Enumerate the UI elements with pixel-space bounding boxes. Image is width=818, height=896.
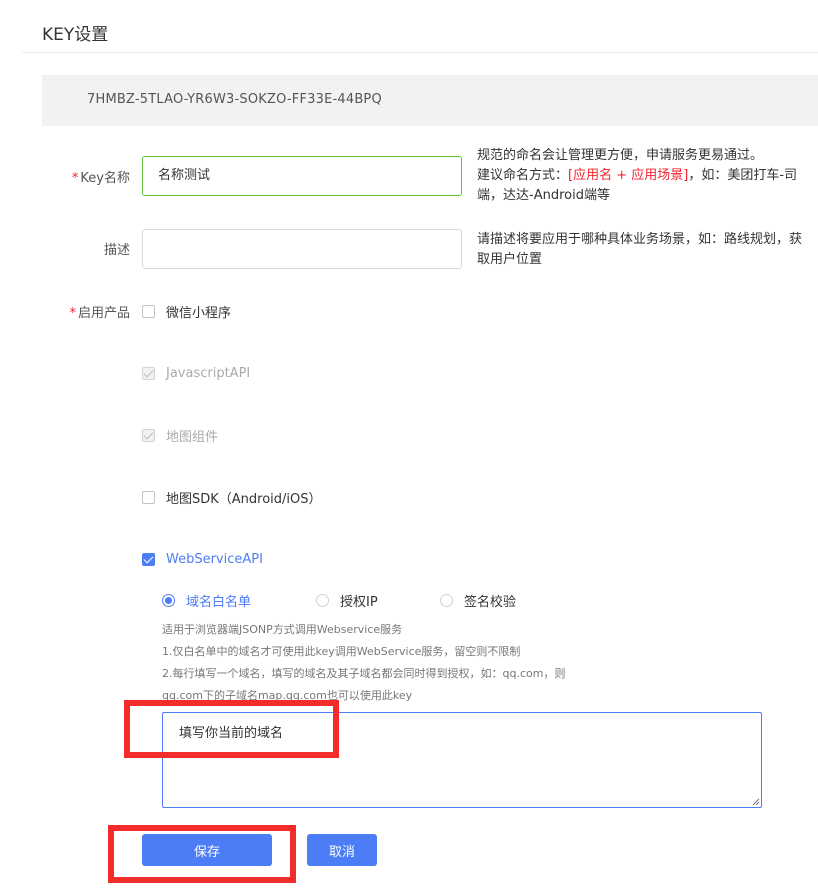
- radio-label: 域名白名单: [186, 594, 252, 610]
- radio-label: 授权IP: [340, 594, 378, 610]
- product-checkbox-webserviceapi[interactable]: WebServiceAPI: [142, 549, 263, 569]
- annotation-highlight-box: [124, 700, 339, 758]
- hint-naming-pattern: [应用名 + 应用场景]: [568, 168, 689, 183]
- description-hint-line1: 请描述将要应用于哪种具体业务场景，如：路线规划，获: [477, 232, 803, 247]
- radio-selected-icon[interactable]: [162, 593, 175, 607]
- key-display-bar: 7HMBZ-5TLAO-YR6W3-SOKZO-FF33E-44BPQ: [42, 75, 818, 126]
- webservice-desc-line2: 1.仅白名单中的域名才可使用此key调用WebService服务，留空则不限制: [162, 645, 521, 658]
- checkbox-disabled-checked-icon: [142, 366, 155, 380]
- key-name-hint-line2: 建议命名方式：[应用名 + 应用场景]，如：美团打车-司: [477, 166, 797, 186]
- description-hint-line2: 取用户位置: [477, 252, 543, 267]
- product-checkbox-map-component: 地图组件: [142, 425, 218, 445]
- radio-signature-check[interactable]: 签名校验: [440, 591, 516, 610]
- product-checkbox-wechat-miniprogram[interactable]: 微信小程序: [142, 301, 231, 321]
- hint-suffix: ，如：美团打车-司: [688, 168, 798, 183]
- product-label: 地图组件: [166, 429, 219, 445]
- key-name-input[interactable]: 名称测试: [142, 156, 462, 196]
- products-label: * 启用产品: [69, 302, 130, 321]
- product-label: WebServiceAPI: [166, 551, 263, 567]
- product-label: JavascriptAPI: [166, 365, 251, 381]
- key-name-label: * Key名称: [72, 167, 130, 186]
- webservice-desc-line3: 2.每行填写一个域名，填写的域名及其子域名都会同时得到授权，如：qq.com，则: [162, 667, 566, 680]
- cancel-button[interactable]: 取消: [307, 834, 377, 866]
- checkbox-disabled-checked-icon: [142, 428, 155, 442]
- radio-label: 签名校验: [464, 594, 517, 610]
- description-hint: 请描述将要应用于哪种具体业务场景，如：路线规划，获 取用户位置: [477, 230, 802, 270]
- radio-authorized-ip[interactable]: 授权IP: [316, 591, 440, 610]
- products-label-text: 启用产品: [77, 306, 130, 321]
- checkbox-unchecked-icon[interactable]: [142, 304, 155, 318]
- product-label: 微信小程序: [166, 305, 232, 321]
- description-label: 描述: [103, 243, 130, 258]
- checkbox-checked-icon[interactable]: [142, 552, 155, 566]
- checkbox-unchecked-icon[interactable]: [142, 490, 155, 504]
- annotation-highlight-box: [108, 825, 296, 883]
- key-name-hint: 规范的命名会让管理更方便，申请服务更易通过。 建议命名方式：[应用名 + 应用场…: [477, 146, 797, 206]
- required-mark: *: [69, 306, 76, 321]
- key-value: 7HMBZ-5TLAO-YR6W3-SOKZO-FF33E-44BPQ: [87, 92, 382, 107]
- webservice-desc-line1: 适用于浏览器端JSONP方式调用Webservice服务: [162, 623, 403, 636]
- page-title: KEY设置: [42, 25, 109, 45]
- key-name-hint-line3: 端，达达-Android端等: [477, 188, 610, 203]
- required-mark: *: [71, 171, 79, 186]
- webservice-description: 适用于浏览器端JSONP方式调用Webservice服务 1.仅白名单中的域名才…: [162, 619, 565, 707]
- hint-prefix: 建议命名方式：: [477, 168, 569, 183]
- description-input[interactable]: [142, 229, 462, 269]
- webservice-auth-radio-group: 域名白名单 授权IP 签名校验: [162, 591, 516, 610]
- product-checkbox-map-sdk[interactable]: 地图SDK（Android/iOS）: [142, 487, 322, 507]
- radio-domain-whitelist[interactable]: 域名白名单: [162, 591, 316, 610]
- radio-unselected-icon[interactable]: [440, 593, 453, 607]
- key-name-label-text: Key名称: [80, 171, 130, 186]
- key-name-hint-line1: 规范的命名会让管理更方便，申请服务更易通过。: [477, 148, 764, 163]
- product-label: 地图SDK（Android/iOS）: [166, 491, 322, 507]
- title-divider: [22, 52, 818, 53]
- product-checkbox-javascriptapi: JavascriptAPI: [142, 363, 250, 383]
- resize-handle-icon[interactable]: [752, 798, 760, 806]
- radio-unselected-icon[interactable]: [316, 593, 329, 607]
